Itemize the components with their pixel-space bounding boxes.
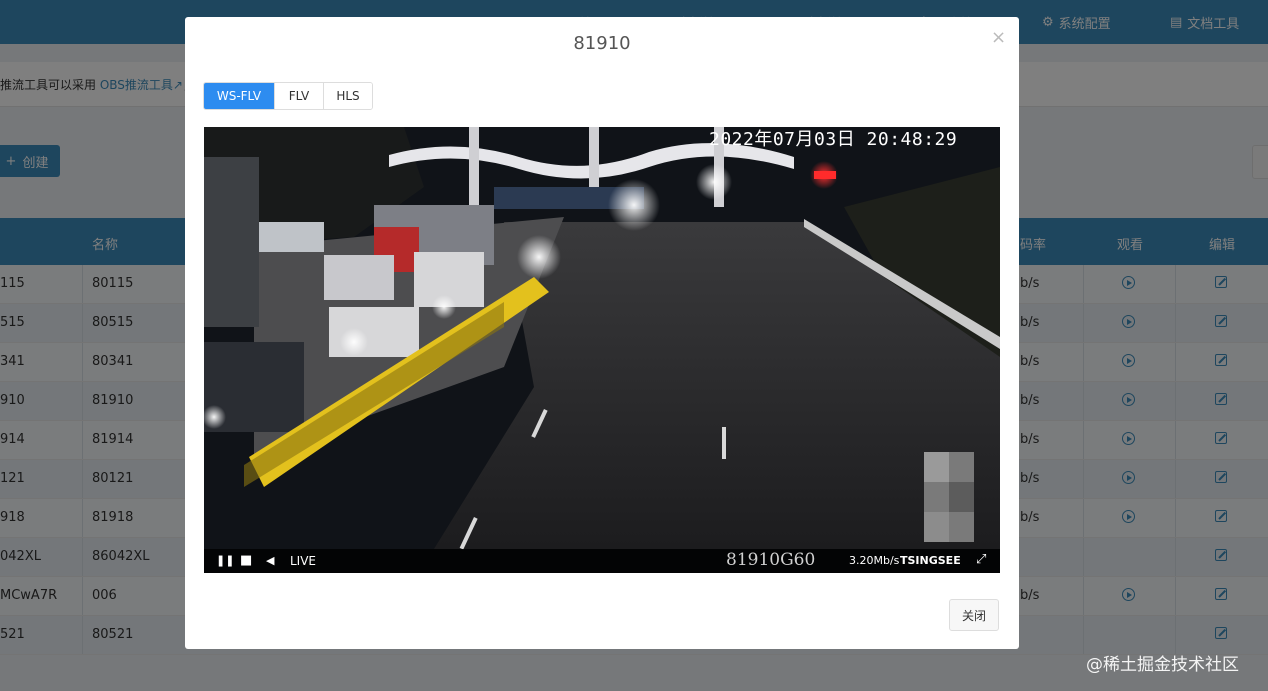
protocol-tabs: WS-FLV FLV HLS [203, 82, 373, 110]
close-button[interactable]: 关闭 [949, 599, 999, 631]
live-label: LIVE [290, 554, 317, 568]
player-controls: ❚❚ ■ ◀ LIVE 81910G60 3.20Mb/s TSINGSEE ⤢ [204, 549, 1000, 573]
player-modal: 81910 × WS-FLV FLV HLS 2022年07月03日 20:48… [185, 17, 1019, 649]
video-frame [204, 127, 1000, 573]
tab-hls[interactable]: HLS [324, 83, 372, 109]
brand-logo: TSINGSEE [900, 554, 961, 567]
pause-icon[interactable]: ❚❚ [216, 554, 234, 567]
tab-ws-flv[interactable]: WS-FLV [204, 83, 275, 109]
volume-icon[interactable]: ◀ [266, 554, 274, 567]
stop-icon[interactable]: ■ [240, 553, 252, 568]
video-player[interactable]: 2022年07月03日 20:48:29 ❚❚ ■ ◀ LIVE 81910G6… [204, 127, 1000, 573]
modal-title: 81910 [573, 33, 631, 54]
stream-id-overlay: 81910G60 [726, 550, 816, 570]
close-icon[interactable]: × [991, 27, 1006, 48]
fullscreen-icon[interactable]: ⤢ [976, 552, 986, 567]
watermark: @稀土掘金技术社区 [1086, 655, 1239, 675]
timestamp-overlay: 2022年07月03日 20:48:29 [709, 129, 958, 150]
tab-flv[interactable]: FLV [275, 83, 324, 109]
bitrate-label: 3.20Mb/s [849, 554, 900, 567]
